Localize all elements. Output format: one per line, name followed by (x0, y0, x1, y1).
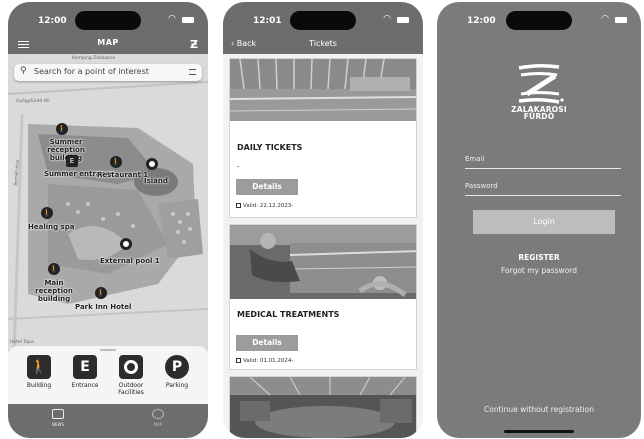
status-time: 12:01 (253, 16, 282, 26)
map-screen: 12:00 ◠ MAP Ƶ Kemping Zalakaros Gyógyfür… (8, 2, 208, 438)
filter-label: Parking (165, 382, 189, 389)
map-icon (152, 409, 164, 419)
page-title: MAP (97, 38, 119, 47)
place-label: Main reception building (26, 279, 82, 303)
home-indicator (504, 430, 574, 433)
circle-pin-icon[interactable] (120, 238, 132, 250)
filter-building[interactable]: 🚶 Building (16, 355, 62, 389)
email-label: Email (465, 155, 485, 163)
person-walking-icon: 🚶 (27, 355, 51, 379)
validity-text: Valid: 01.01.2024- (236, 358, 293, 364)
forgot-password-link[interactable]: Forgot my password (437, 266, 641, 275)
drag-handle[interactable] (100, 349, 116, 351)
validity-date: Valid: 22.12.2023- (243, 203, 294, 209)
z-logo-icon: Ƶ (190, 38, 198, 51)
tab-label: MAP (153, 422, 163, 427)
road-label: Gyógyfürdő tér (16, 99, 51, 104)
treatment-photo (230, 225, 416, 299)
wifi-icon: ◠ (601, 14, 609, 24)
place-label-text: Main reception building (35, 279, 73, 303)
wifi-icon: ◠ (168, 14, 176, 24)
person-walking-icon[interactable]: 🚶 (48, 263, 60, 275)
camera-notch (75, 11, 141, 30)
register-link[interactable]: REGISTER (437, 253, 641, 262)
ticket-card[interactable] (229, 376, 417, 438)
filter-outdoor-facilities[interactable]: Outdoor Facilities (108, 355, 154, 396)
tab-bar: NEWS MAP (8, 404, 208, 438)
brand-line: FÜRDŐ (523, 112, 555, 121)
battery-icon (182, 17, 194, 23)
status-time: 12:00 (467, 16, 496, 26)
place-label: Island (144, 177, 168, 185)
filter-label: Building (26, 382, 52, 389)
search-placeholder: Search for a point of interest (34, 67, 149, 76)
circle-pin-icon[interactable] (146, 158, 158, 170)
password-field[interactable]: Password (465, 182, 621, 196)
entrance-icon: E (73, 355, 97, 379)
card-title: MEDICAL TREATMENTS (237, 310, 340, 319)
place-label: Park Inn Hotel (75, 303, 132, 311)
filter-label: Outdoor Facilities (118, 382, 144, 396)
validity-text: Valid: 22.12.2023- (236, 203, 293, 209)
card-title: DAILY TICKETS (237, 143, 303, 152)
ticket-card[interactable]: MEDICAL TREATMENTS Details Valid: 01.01.… (229, 224, 417, 370)
search-icon: ⚲ (20, 66, 27, 76)
person-walking-icon[interactable]: 🚶 (95, 287, 107, 299)
wifi-icon: ◠ (383, 14, 391, 24)
road-label: Kemping Zalakaros (72, 56, 116, 61)
status-time: 12:00 (38, 16, 67, 26)
circle-icon (119, 355, 143, 379)
calendar-icon (236, 358, 241, 363)
details-button[interactable]: Details (236, 179, 298, 195)
tickets-screen: 12:01 ◠ ‹ Back Tickets DAILY TICKETS - D… (223, 2, 423, 438)
ticket-card[interactable]: DAILY TICKETS - Details Valid: 22.12.202… (229, 58, 417, 218)
details-button[interactable]: Details (236, 335, 298, 351)
login-button[interactable]: Login (473, 210, 615, 234)
continue-without-registration-link[interactable]: Continue without registration (437, 405, 641, 414)
place-label: Restaurant 1 (97, 171, 149, 179)
hall-photo (230, 377, 416, 438)
card-subtitle: - (237, 163, 240, 171)
login-screen: 12:00 ◠ ZALAKAROSI FÜRDŐ Email Password … (437, 2, 641, 438)
tab-map[interactable]: MAP (138, 409, 178, 427)
place-label: Healing spa (28, 223, 75, 231)
parking-icon: P (165, 355, 189, 379)
filter-bar: 🚶 Building E Entrance Outdoor Facilities… (8, 346, 208, 404)
entrance-icon[interactable]: E (66, 155, 78, 167)
filter-entrance[interactable]: E Entrance (62, 355, 108, 389)
battery-icon (397, 17, 409, 23)
place-label: External pool 1 (100, 257, 160, 265)
news-icon (52, 409, 64, 419)
camera-notch (506, 11, 572, 30)
map-header: MAP Ƶ (8, 36, 208, 54)
tickets-header: ‹ Back Tickets (223, 36, 423, 54)
brand-name: ZALAKAROSI FÜRDŐ (437, 106, 641, 121)
filter-label: Entrance (71, 382, 99, 389)
filter-parking[interactable]: P Parking (154, 355, 200, 389)
validity-date: Valid: 01.01.2024- (243, 358, 294, 364)
tab-news[interactable]: NEWS (38, 409, 78, 427)
pool-photo (230, 59, 416, 121)
road-label: Hotel Tapa (10, 340, 34, 345)
password-label: Password (465, 182, 498, 190)
page-title: Tickets (309, 39, 337, 48)
battery-icon (615, 17, 627, 23)
list-view-icon[interactable] (189, 69, 196, 75)
calendar-icon (236, 203, 241, 208)
camera-notch (290, 11, 356, 30)
person-walking-icon[interactable]: 🚶 (110, 156, 122, 168)
person-walking-icon[interactable]: 🚶 (41, 207, 53, 219)
search-input[interactable]: ⚲ Search for a point of interest (14, 64, 202, 81)
email-field[interactable]: Email (465, 155, 621, 169)
person-walking-icon[interactable]: 🚶 (56, 123, 68, 135)
tab-label: NEWS (51, 422, 64, 427)
